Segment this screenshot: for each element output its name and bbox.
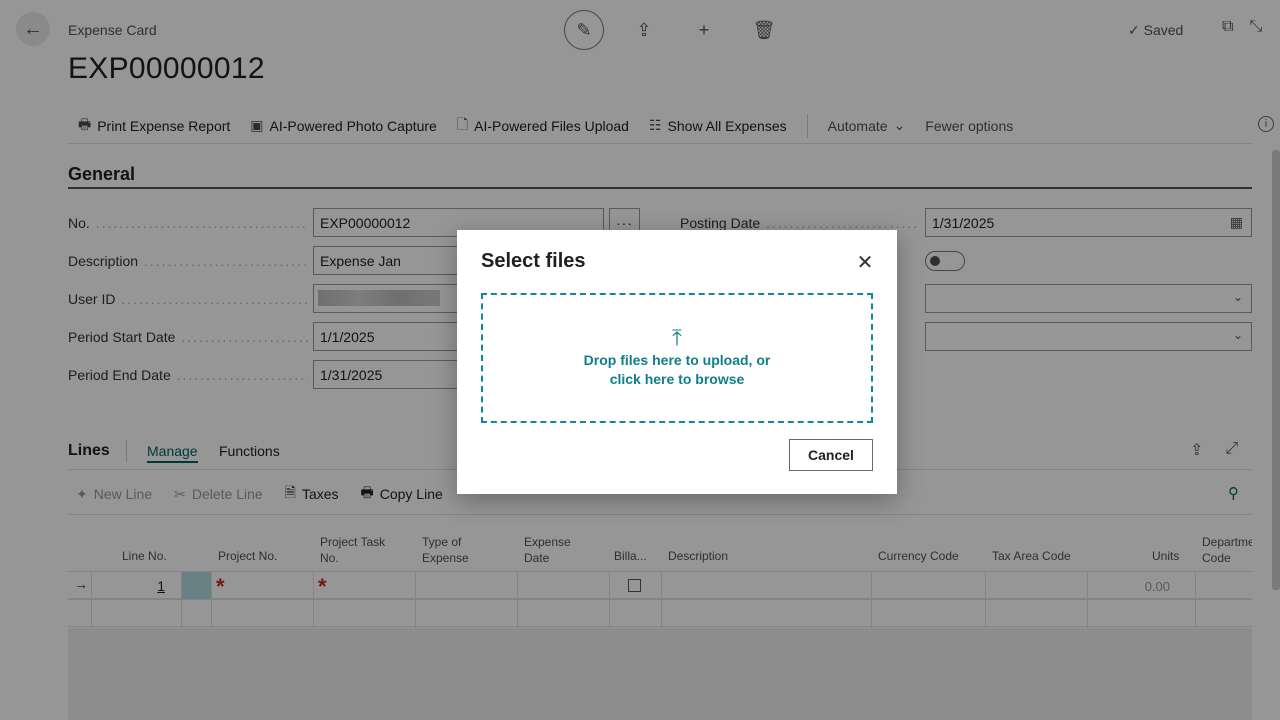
dialog-title: Select files bbox=[481, 250, 586, 272]
file-drop-zone[interactable]: ⤒ Drop files here to upload, or click he… bbox=[481, 293, 873, 423]
select-files-dialog: Select files ✕ ⤒ Drop files here to uplo… bbox=[457, 230, 897, 494]
upload-icon: ⤒ bbox=[672, 324, 682, 350]
cancel-button[interactable]: Cancel bbox=[789, 439, 873, 471]
drop-text-line-1: Drop files here to upload, or bbox=[583, 351, 771, 368]
close-icon[interactable]: ✕ bbox=[853, 250, 877, 274]
drop-text-line-2: click here to browse bbox=[609, 370, 745, 387]
